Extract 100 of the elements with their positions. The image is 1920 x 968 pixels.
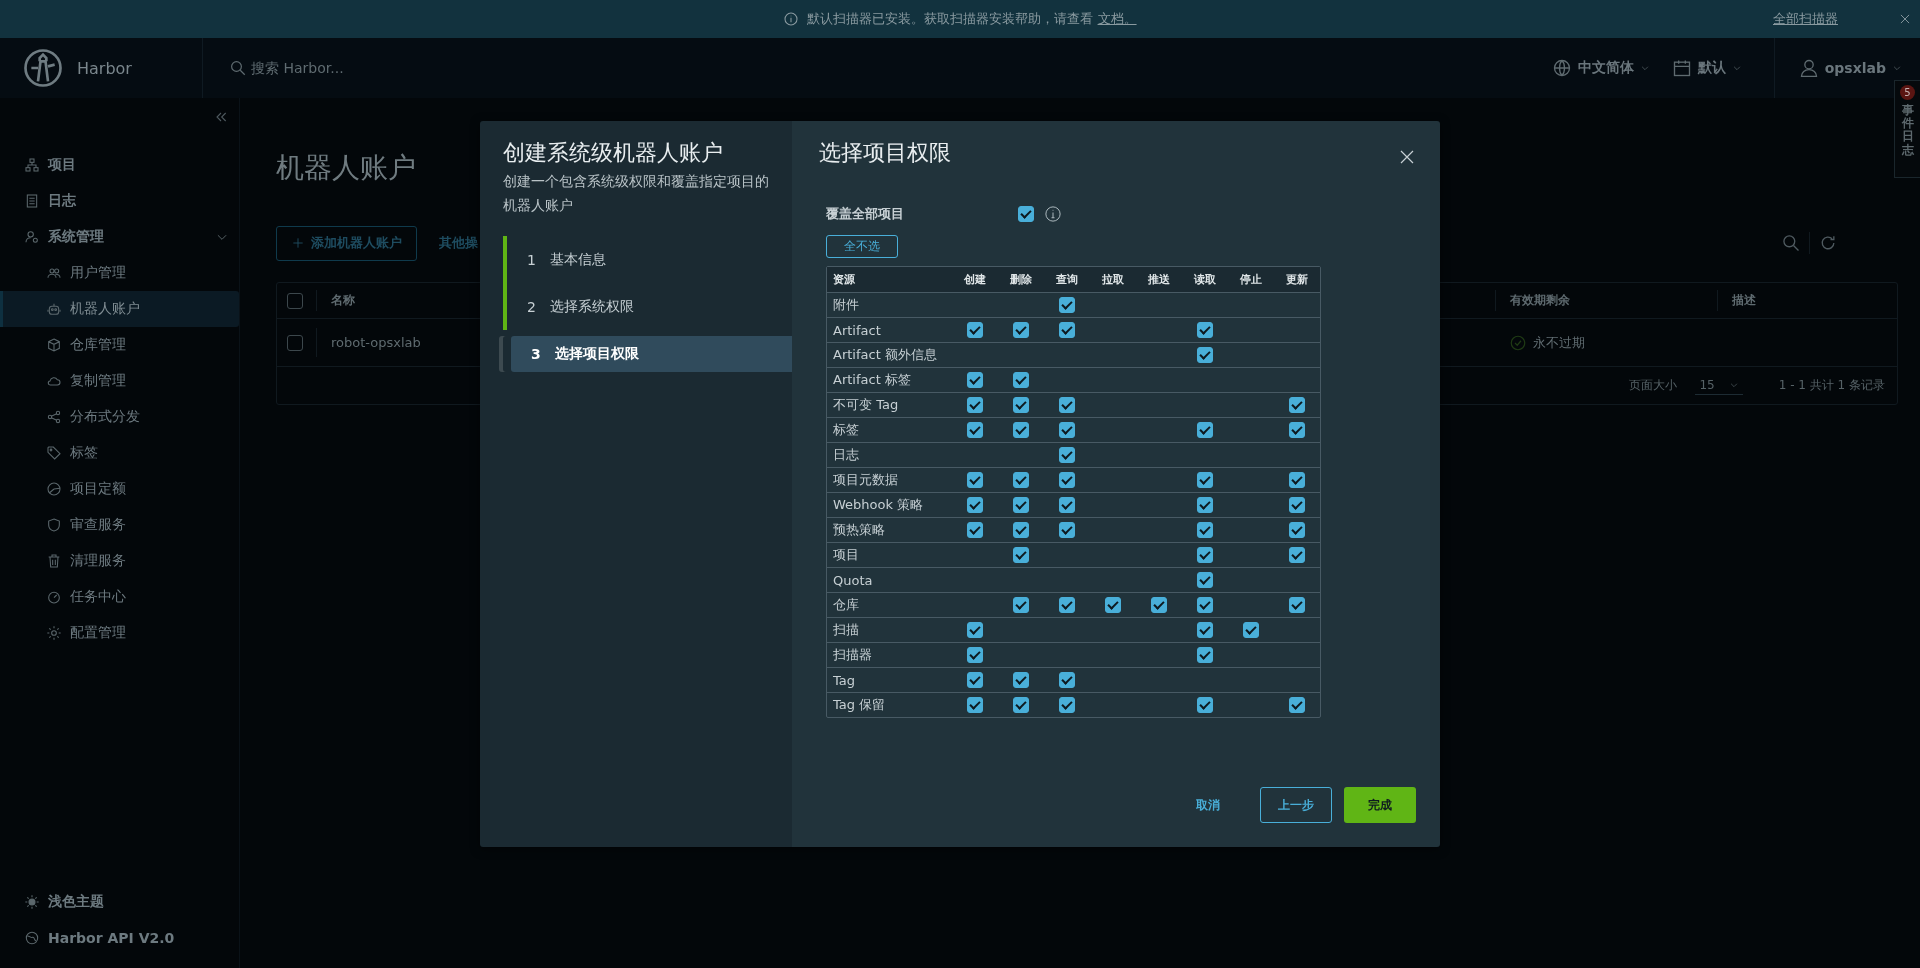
permission-checkbox[interactable] [966, 372, 983, 388]
docs-link[interactable]: 文档。 [1097, 11, 1137, 26]
permission-checkbox[interactable] [1289, 522, 1305, 538]
permission-checkbox[interactable] [966, 422, 983, 438]
permission-checkbox[interactable] [1289, 697, 1305, 713]
search-icon[interactable] [1781, 233, 1801, 253]
permission-checkbox[interactable] [966, 622, 983, 638]
permission-checkbox[interactable] [966, 522, 983, 538]
permission-checkbox[interactable] [1012, 672, 1029, 688]
permission-checkbox[interactable] [1058, 397, 1075, 413]
permission-checkbox[interactable] [1058, 597, 1075, 613]
search-field[interactable]: 搜索 Harbor... [249, 59, 549, 77]
permission-checkbox[interactable] [966, 672, 983, 688]
sidebar-item[interactable]: 配置管理 [0, 615, 239, 651]
sidebar-item[interactable]: 项目定额 [0, 471, 239, 507]
sidebar-item[interactable]: 复制管理 [0, 363, 239, 399]
sidebar-item[interactable]: 用户管理 [0, 255, 239, 291]
permission-checkbox[interactable] [1289, 547, 1305, 563]
sidebar-item[interactable]: 仓库管理 [0, 327, 239, 363]
date-format-selector[interactable]: 默认 [1697, 59, 1726, 77]
column-header[interactable]: 描述 [1717, 290, 1897, 311]
sidebar-item[interactable]: 项目 [0, 147, 239, 183]
permission-checkbox[interactable] [1058, 497, 1075, 513]
permission-checkbox[interactable] [1058, 422, 1075, 438]
panel-title: 选择项目权限 [819, 139, 951, 167]
permission-checkbox[interactable] [1012, 472, 1029, 488]
row-checkbox[interactable] [287, 334, 303, 351]
cancel-button[interactable]: 取消 [1180, 787, 1236, 823]
permission-checkbox[interactable] [1012, 397, 1029, 413]
permission-checkbox[interactable] [1058, 447, 1075, 463]
pie-chart-icon [46, 481, 62, 497]
permission-checkbox[interactable] [1150, 597, 1167, 613]
permission-checkbox[interactable] [966, 697, 983, 713]
table-cell: robot-opsxlab [331, 335, 421, 350]
permission-checkbox[interactable] [1196, 597, 1213, 613]
permission-checkbox[interactable] [1012, 422, 1029, 438]
language-selector[interactable]: 中文简体 [1577, 59, 1634, 77]
permission-checkbox[interactable] [1196, 472, 1213, 488]
permission-checkbox[interactable] [1104, 597, 1121, 613]
permission-checkbox[interactable] [1289, 597, 1305, 613]
permission-checkbox[interactable] [1196, 647, 1213, 663]
sidebar-footer-item[interactable]: Harbor API V2.0 [0, 920, 239, 956]
close-icon[interactable] [1398, 148, 1416, 166]
page-size-select[interactable]: 15 [1695, 376, 1743, 395]
permission-checkbox[interactable] [1289, 472, 1305, 488]
all-scanners-link[interactable]: 全部扫描器 [1773, 10, 1838, 28]
permission-checkbox[interactable] [1196, 522, 1213, 538]
permission-checkbox[interactable] [1012, 547, 1029, 563]
sidebar-item[interactable]: 系统管理 [0, 219, 239, 255]
select-all-checkbox[interactable] [287, 292, 303, 309]
permission-checkbox[interactable] [1012, 497, 1029, 513]
permission-checkbox[interactable] [966, 322, 983, 338]
permission-checkbox[interactable] [1289, 397, 1305, 413]
permission-checkbox[interactable] [1058, 297, 1075, 313]
brand-name[interactable]: Harbor [77, 58, 132, 78]
column-header[interactable]: 有效期剩余 [1495, 290, 1717, 311]
sidebar-item[interactable]: 日志 [0, 183, 239, 219]
event-log-tab[interactable]: 5 事件日志 [1894, 80, 1920, 178]
permission-checkbox[interactable] [1012, 597, 1029, 613]
permission-checkbox[interactable] [1196, 347, 1213, 363]
sidebar-item[interactable]: 审查服务 [0, 507, 239, 543]
permission-checkbox[interactable] [1196, 572, 1213, 588]
permission-checkbox[interactable] [1012, 697, 1029, 713]
sidebar-footer-item[interactable]: 浅色主题 [0, 884, 239, 920]
permission-checkbox[interactable] [1012, 322, 1029, 338]
permission-checkbox[interactable] [1058, 697, 1075, 713]
permission-checkbox[interactable] [966, 472, 983, 488]
permission-checkbox[interactable] [966, 647, 983, 663]
permission-checkbox[interactable] [1289, 422, 1305, 438]
table-cell-text: 标签 [832, 421, 860, 439]
sidebar-item[interactable]: 机器人账户 [0, 291, 239, 327]
permission-checkbox[interactable] [1196, 422, 1213, 438]
permission-checkbox[interactable] [1289, 497, 1305, 513]
pagination-summary: 1 - 1 共计 1 条记录 [1778, 377, 1885, 394]
user-menu[interactable]: opsxlab [1824, 60, 1886, 76]
permission-checkbox[interactable] [1058, 672, 1075, 688]
sidebar-item[interactable]: 标签 [0, 435, 239, 471]
cover-all-checkbox[interactable] [1018, 206, 1034, 222]
permission-checkbox[interactable] [1196, 497, 1213, 513]
deselect-all-button[interactable]: 全不选 [826, 235, 898, 258]
finish-button[interactable]: 完成 [1344, 787, 1416, 823]
plus-icon [291, 236, 305, 250]
sidebar-item[interactable]: 任务中心 [0, 579, 239, 615]
permission-checkbox[interactable] [966, 497, 983, 513]
close-icon[interactable] [1898, 12, 1912, 26]
permission-checkbox[interactable] [1012, 522, 1029, 538]
permission-checkbox[interactable] [1058, 522, 1075, 538]
info-icon[interactable] [1044, 205, 1062, 223]
permission-checkbox[interactable] [1058, 472, 1075, 488]
permission-checkbox[interactable] [1196, 547, 1213, 563]
sidebar-item[interactable]: 清理服务 [0, 543, 239, 579]
permission-checkbox[interactable] [1196, 697, 1213, 713]
permission-checkbox[interactable] [1058, 322, 1075, 338]
back-button[interactable]: 上一步 [1260, 787, 1332, 823]
permission-checkbox[interactable] [1012, 372, 1029, 388]
permission-checkbox[interactable] [966, 397, 983, 413]
permission-checkbox[interactable] [1196, 622, 1213, 638]
sidebar-item[interactable]: 分布式分发 [0, 399, 239, 435]
permission-checkbox[interactable] [1242, 622, 1259, 638]
permission-checkbox[interactable] [1196, 322, 1213, 338]
